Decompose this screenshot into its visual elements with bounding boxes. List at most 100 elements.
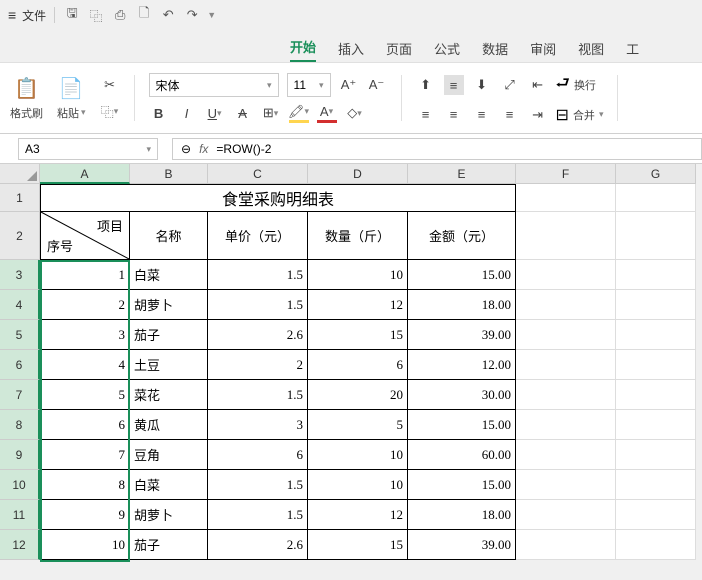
cell-amount[interactable]: 18.00: [408, 500, 516, 530]
cell[interactable]: [616, 500, 696, 530]
cell[interactable]: [516, 184, 616, 212]
cell-price[interactable]: 1.5: [208, 260, 308, 290]
merge-button[interactable]: ⊟合并▾: [556, 105, 604, 125]
cell[interactable]: [516, 500, 616, 530]
menu-file[interactable]: 文件: [22, 7, 46, 24]
col-header-D[interactable]: D: [308, 164, 408, 184]
row-header[interactable]: 5: [0, 320, 40, 350]
paste-group[interactable]: 📄 粘贴▾: [57, 76, 86, 121]
cell-seq[interactable]: 10: [40, 530, 130, 560]
cell-name[interactable]: 白菜: [130, 260, 208, 290]
row-header[interactable]: 3: [0, 260, 40, 290]
cell-qty[interactable]: 6: [308, 350, 408, 380]
cell-price[interactable]: 6: [208, 440, 308, 470]
cell-name[interactable]: 白菜: [130, 470, 208, 500]
header-qty[interactable]: 数量（斤）: [308, 212, 408, 260]
cell-amount[interactable]: 15.00: [408, 260, 516, 290]
export-icon[interactable]: ⿻: [87, 6, 105, 24]
cell[interactable]: [516, 530, 616, 560]
align-center-icon[interactable]: ≡: [444, 105, 464, 125]
cell-name[interactable]: 土豆: [130, 350, 208, 380]
orientation-icon[interactable]: ⤢: [500, 75, 520, 95]
strikethrough-icon[interactable]: A: [233, 103, 253, 123]
name-box[interactable]: A3▾: [18, 138, 158, 160]
cell-amount[interactable]: 60.00: [408, 440, 516, 470]
font-size-select[interactable]: 11▾: [287, 73, 331, 97]
row-header[interactable]: 8: [0, 410, 40, 440]
chevron-down-icon[interactable]: ▾: [81, 107, 86, 118]
redo-icon[interactable]: ↷: [183, 6, 201, 24]
align-top-icon[interactable]: ⬆: [416, 75, 436, 95]
row-header[interactable]: 4: [0, 290, 40, 320]
cell-qty[interactable]: 15: [308, 530, 408, 560]
indent-decrease-icon[interactable]: ⇤: [528, 75, 548, 95]
cell-name[interactable]: 胡萝卜: [130, 290, 208, 320]
wrap-button[interactable]: ⮐换行: [556, 72, 596, 99]
cell[interactable]: [616, 410, 696, 440]
cell[interactable]: [616, 380, 696, 410]
cell-name[interactable]: 豆角: [130, 440, 208, 470]
cell-qty[interactable]: 10: [308, 470, 408, 500]
cell-seq[interactable]: 6: [40, 410, 130, 440]
col-header-A[interactable]: A: [40, 164, 130, 184]
cell-name[interactable]: 菜花: [130, 380, 208, 410]
undo-icon[interactable]: ↶: [159, 6, 177, 24]
cell[interactable]: [516, 212, 616, 260]
cell[interactable]: [516, 260, 616, 290]
cell-price[interactable]: 3: [208, 410, 308, 440]
cell-price[interactable]: 1.5: [208, 470, 308, 500]
tab-data[interactable]: 数据: [482, 35, 508, 62]
row-header[interactable]: 12: [0, 530, 40, 560]
cell-amount[interactable]: 39.00: [408, 530, 516, 560]
cell-qty[interactable]: 10: [308, 260, 408, 290]
print-icon[interactable]: ⎙: [111, 6, 129, 24]
cell-qty[interactable]: 12: [308, 500, 408, 530]
font-name-select[interactable]: 宋体▾: [149, 73, 279, 97]
cell-price[interactable]: 1.5: [208, 380, 308, 410]
tab-page[interactable]: 页面: [386, 35, 412, 62]
justify-icon[interactable]: ≡: [500, 105, 520, 125]
indent-increase-icon[interactable]: ⇥: [528, 105, 548, 125]
diagonal-header-cell[interactable]: 项目 序号: [40, 212, 130, 260]
cell-amount[interactable]: 12.00: [408, 350, 516, 380]
cell[interactable]: [616, 350, 696, 380]
cell-seq[interactable]: 3: [40, 320, 130, 350]
cut-icon[interactable]: ✂: [100, 75, 120, 95]
cell[interactable]: [616, 530, 696, 560]
select-all-corner[interactable]: [0, 164, 40, 184]
save-icon[interactable]: 🖫: [63, 6, 81, 24]
cell-price[interactable]: 2.6: [208, 530, 308, 560]
col-header-G[interactable]: G: [616, 164, 696, 184]
header-price[interactable]: 单价（元）: [208, 212, 308, 260]
row-header-1[interactable]: 1: [0, 184, 40, 212]
cell-amount[interactable]: 15.00: [408, 410, 516, 440]
border-icon[interactable]: ⊞▾: [261, 103, 281, 123]
cell[interactable]: [516, 440, 616, 470]
cell[interactable]: [616, 470, 696, 500]
cell[interactable]: [616, 320, 696, 350]
hamburger-icon[interactable]: ≡: [8, 7, 16, 23]
clear-format-icon[interactable]: ◇▾: [345, 103, 365, 123]
tab-tools[interactable]: 工: [626, 35, 639, 62]
cell-name[interactable]: 茄子: [130, 320, 208, 350]
cell-price[interactable]: 2.6: [208, 320, 308, 350]
cell-price[interactable]: 2: [208, 350, 308, 380]
align-left-icon[interactable]: ≡: [416, 105, 436, 125]
cell-qty[interactable]: 12: [308, 290, 408, 320]
cell[interactable]: [616, 260, 696, 290]
title-cell[interactable]: 食堂采购明细表: [40, 184, 516, 212]
cell[interactable]: [616, 184, 696, 212]
cell-seq[interactable]: 5: [40, 380, 130, 410]
cell[interactable]: [516, 470, 616, 500]
row-header[interactable]: 10: [0, 470, 40, 500]
copy-icon[interactable]: ⿻▾: [100, 101, 120, 121]
row-header[interactable]: 11: [0, 500, 40, 530]
tab-insert[interactable]: 插入: [338, 35, 364, 62]
cell-amount[interactable]: 39.00: [408, 320, 516, 350]
row-header[interactable]: 7: [0, 380, 40, 410]
underline-icon[interactable]: U▾: [205, 103, 225, 123]
cell[interactable]: [516, 380, 616, 410]
row-header-2[interactable]: 2: [0, 212, 40, 260]
tab-formula[interactable]: 公式: [434, 35, 460, 62]
tab-review[interactable]: 审阅: [530, 35, 556, 62]
